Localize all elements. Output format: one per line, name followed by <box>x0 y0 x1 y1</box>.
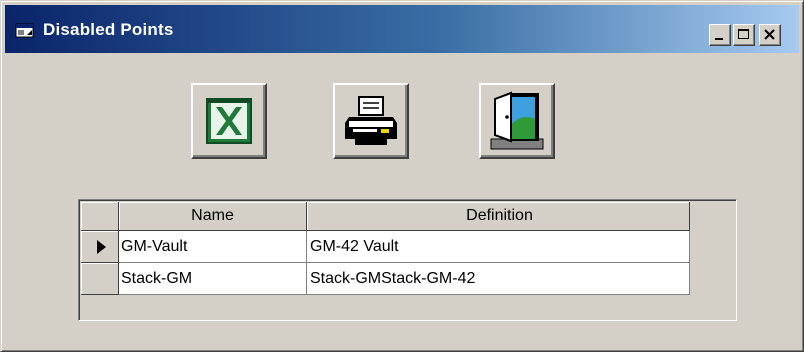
column-header-name[interactable]: Name <box>119 202 307 231</box>
grid-corner-header[interactable] <box>81 202 119 231</box>
minimize-button[interactable] <box>709 24 731 46</box>
table-cell-name[interactable]: GM-Vault <box>119 231 307 263</box>
app-window-icon[interactable] <box>15 23 35 39</box>
row-selector-2[interactable] <box>81 263 119 295</box>
window-title: Disabled Points <box>43 20 174 39</box>
excel-export-icon <box>206 98 252 144</box>
disabled-points-grid[interactable]: Name Definition GM-Vault GM-42 Vault Sta… <box>78 199 737 321</box>
maximize-button[interactable] <box>733 24 755 46</box>
exit-button[interactable] <box>479 83 555 159</box>
column-header-definition[interactable]: Definition <box>307 202 690 231</box>
table-cell-definition[interactable]: Stack-GMStack-GM-42 <box>307 263 690 295</box>
exit-door-icon <box>490 91 544 150</box>
close-icon <box>764 29 775 40</box>
row-selector-1[interactable] <box>81 231 119 263</box>
maximize-icon <box>738 29 749 39</box>
minimize-icon <box>715 38 723 40</box>
current-row-arrow-icon <box>97 240 106 254</box>
title-bar[interactable]: Disabled Points <box>5 5 799 53</box>
print-button[interactable] <box>333 83 409 159</box>
table-cell-definition[interactable]: GM-42 Vault <box>307 231 690 263</box>
export-excel-button[interactable] <box>191 83 267 159</box>
disabled-points-window: Disabled Points Name Definition GM-Vault… <box>0 0 804 352</box>
printer-icon <box>345 96 397 145</box>
close-button[interactable] <box>759 24 781 46</box>
table-cell-name[interactable]: Stack-GM <box>119 263 307 295</box>
